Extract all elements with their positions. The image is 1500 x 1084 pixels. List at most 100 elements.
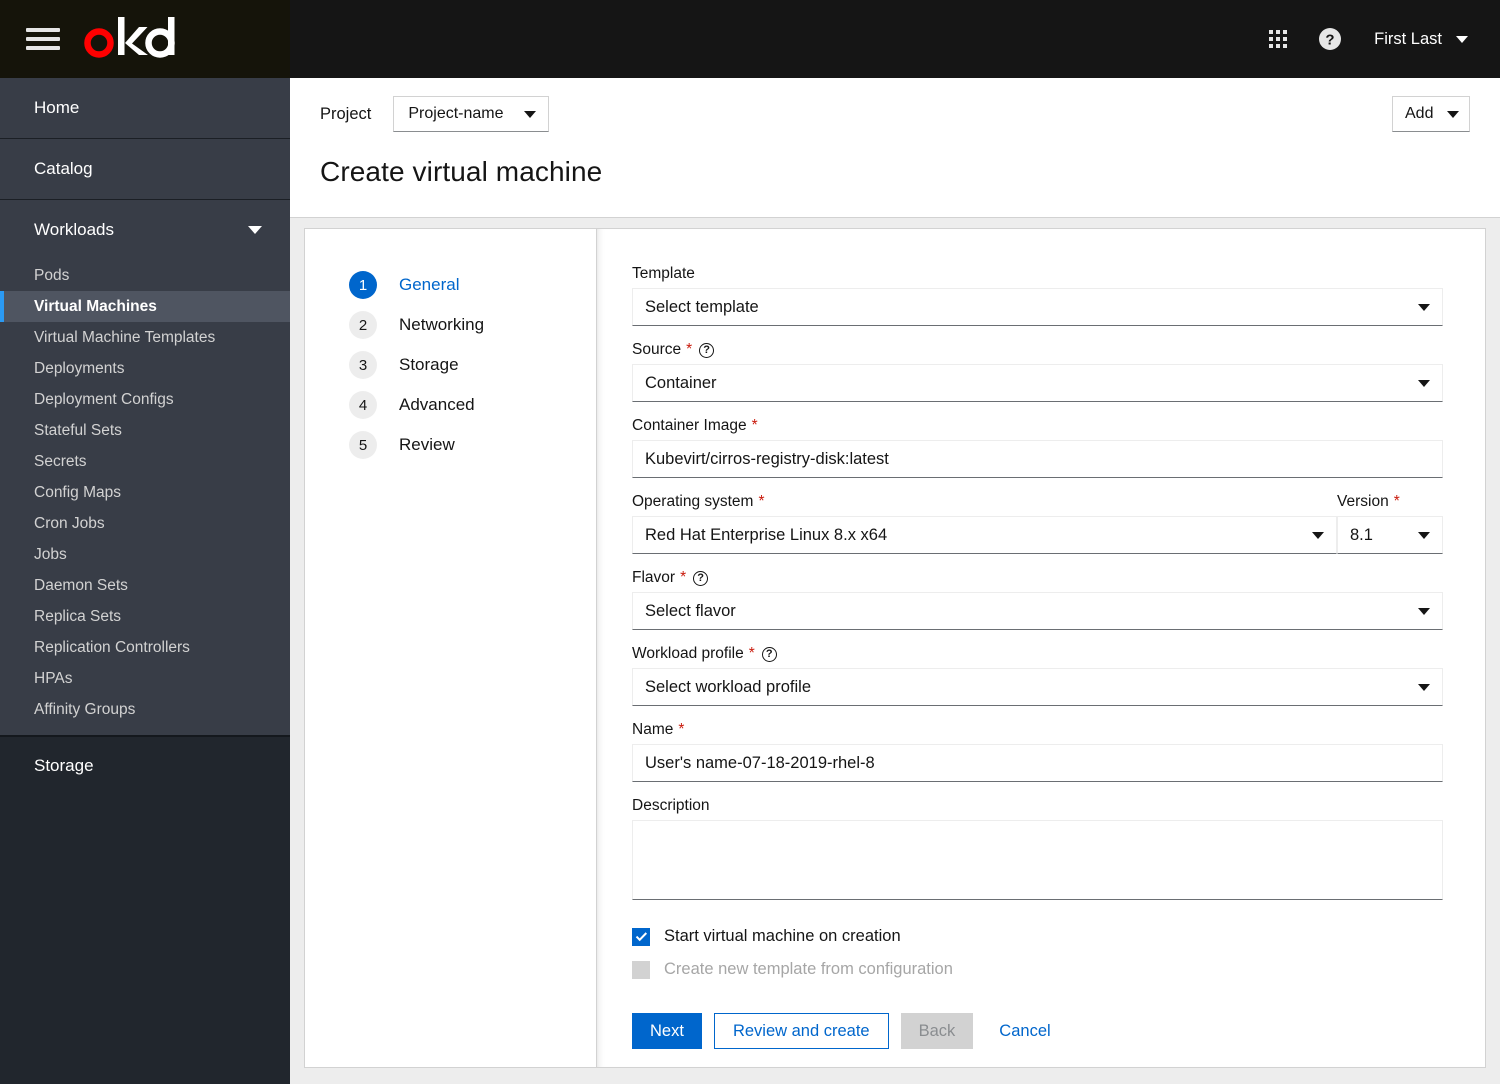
project-selector[interactable]: Project-name [393,96,549,132]
operating-system-label-text: Operating system [632,493,754,510]
template-select-value: Select template [645,297,759,316]
wizard-step-advanced[interactable]: 4 Advanced [349,385,596,425]
caret-down-icon [1418,683,1430,691]
required-marker: * [686,341,693,358]
operating-system-select[interactable]: Red Hat Enterprise Linux 8.x x64 [632,516,1337,554]
sidebar-item-label: Config Maps [34,483,122,501]
sidebar-item-label: Jobs [34,545,67,563]
template-label-text: Template [632,265,695,282]
user-menu[interactable]: First Last [1356,30,1474,49]
content-header: Project Project-name Add Create virtual … [290,78,1500,218]
next-button[interactable]: Next [632,1013,702,1049]
os-version-controls: Red Hat Enterprise Linux 8.x x64 8.1 [632,516,1443,554]
template-select[interactable]: Select template [632,288,1443,326]
sidebar-item-hpas[interactable]: HPAs [0,663,290,694]
sidebar-group-workloads[interactable]: Workloads [0,200,290,260]
sidebar-item-deployment-configs[interactable]: Deployment Configs [0,384,290,415]
source-select[interactable]: Container [632,364,1443,402]
sidebar-item-virtual-machines[interactable]: Virtual Machines [0,291,290,322]
wizard-step-storage[interactable]: 3 Storage [349,345,596,385]
required-marker: * [748,645,755,662]
okd-logo-svg [84,17,175,58]
workload-profile-select[interactable]: Select workload profile [632,668,1443,706]
add-button[interactable]: Add [1392,96,1470,132]
required-marker: * [751,417,758,434]
sidebar-item-jobs[interactable]: Jobs [0,539,290,570]
sidebar-item-cron-jobs[interactable]: Cron Jobs [0,508,290,539]
wizard-step-networking[interactable]: 2 Networking [349,305,596,345]
flavor-label-text: Flavor [632,569,676,586]
workload-profile-label-text: Workload profile [632,645,744,662]
workload-profile-label: Workload profile * ? [632,645,1443,663]
sidebar-item-storage[interactable]: Storage [0,737,290,795]
caret-down-icon [1447,110,1459,118]
wizard-action-buttons: Next Review and create Back Cancel [632,1013,1443,1049]
sidebar-item-daemon-sets[interactable]: Daemon Sets [0,570,290,601]
version-select[interactable]: 8.1 [1337,516,1443,554]
wizard-step-general[interactable]: 1 General [349,265,596,305]
apps-grid-button[interactable] [1252,13,1304,65]
sidebar-group-label: Workloads [34,220,114,239]
wizard-step-review[interactable]: 5 Review [349,425,596,465]
field-source: Source * ? Container [632,341,1443,402]
sidebar-item-label: Replica Sets [34,607,122,625]
field-container-image: Container Image * [632,417,1443,478]
hamburger-icon[interactable] [26,26,60,52]
name-input[interactable] [632,744,1443,782]
operating-system-label: Operating system * [632,493,1337,511]
field-name: Name * [632,721,1443,782]
project-selector-value: Project-name [408,105,504,122]
step-number: 5 [349,431,377,459]
sidebar-item-pods[interactable]: Pods [0,260,290,291]
caret-down-icon [1312,531,1324,539]
sidebar-item-label: HPAs [34,669,73,687]
grid-apps-icon [1269,30,1288,48]
help-button[interactable]: ? [1304,13,1356,65]
create-template-checkbox [632,960,650,979]
masthead: ? First Last [0,0,1500,78]
sidebar-item-stateful-sets[interactable]: Stateful Sets [0,415,290,446]
sidebar-item-replication-controllers[interactable]: Replication Controllers [0,632,290,663]
sidebar-item-affinity-groups[interactable]: Affinity Groups [0,694,290,725]
start-vm-checkbox[interactable] [632,927,650,946]
create-template-checkbox-label: Create new template from configuration [664,960,953,978]
sidebar-item-label: Home [34,98,80,117]
description-textarea[interactable] [632,820,1443,900]
wizard-form: Template Select template Source * ? Cont… [597,229,1485,1067]
flavor-label: Flavor * ? [632,569,1443,587]
sidebar-item-replica-sets[interactable]: Replica Sets [0,601,290,632]
sidebar-item-label: Stateful Sets [34,421,122,439]
container-image-input[interactable] [632,440,1443,478]
sidebar-item-secrets[interactable]: Secrets [0,446,290,477]
sidebar-item-label: Affinity Groups [34,700,136,718]
wizard-step-nav: 1 General 2 Networking 3 Storage 4 Advan… [305,229,597,1067]
page-title: Create virtual machine [320,156,603,187]
sidebar-item-home[interactable]: Home [0,78,290,139]
caret-down-icon [523,110,536,118]
review-and-create-button[interactable]: Review and create [713,1013,889,1049]
help-circle-icon[interactable]: ? [761,646,777,662]
version-label-text: Version [1337,493,1389,510]
sidebar-item-label: Virtual Machine Templates [34,328,216,346]
source-label: Source * ? [632,341,1443,359]
help-circle-icon[interactable]: ? [693,570,709,586]
chevron-down-icon [248,226,262,234]
caret-down-icon [1418,531,1430,539]
field-description: Description [632,797,1443,905]
start-vm-checkbox-label: Start virtual machine on creation [664,927,901,945]
sidebar-item-deployments[interactable]: Deployments [0,353,290,384]
sidebar-item-catalog[interactable]: Catalog [0,139,290,200]
sidebar-item-virtual-machine-templates[interactable]: Virtual Machine Templates [0,322,290,353]
masthead-actions: ? First Last [1252,0,1500,78]
flavor-select[interactable]: Select flavor [632,592,1443,630]
cancel-button[interactable]: Cancel [985,1013,1064,1049]
step-label: Networking [399,315,485,334]
okd-logo[interactable] [84,17,176,61]
sidebar-item-label: Catalog [34,159,93,178]
sidebar-navigation[interactable]: Home Catalog Workloads Pods Virtual Mach… [0,78,290,1084]
help-circle-icon[interactable]: ? [699,342,715,358]
version-label: Version * [1337,493,1443,511]
flavor-select-value: Select flavor [645,601,736,620]
version-select-value: 8.1 [1350,525,1373,544]
sidebar-item-config-maps[interactable]: Config Maps [0,477,290,508]
